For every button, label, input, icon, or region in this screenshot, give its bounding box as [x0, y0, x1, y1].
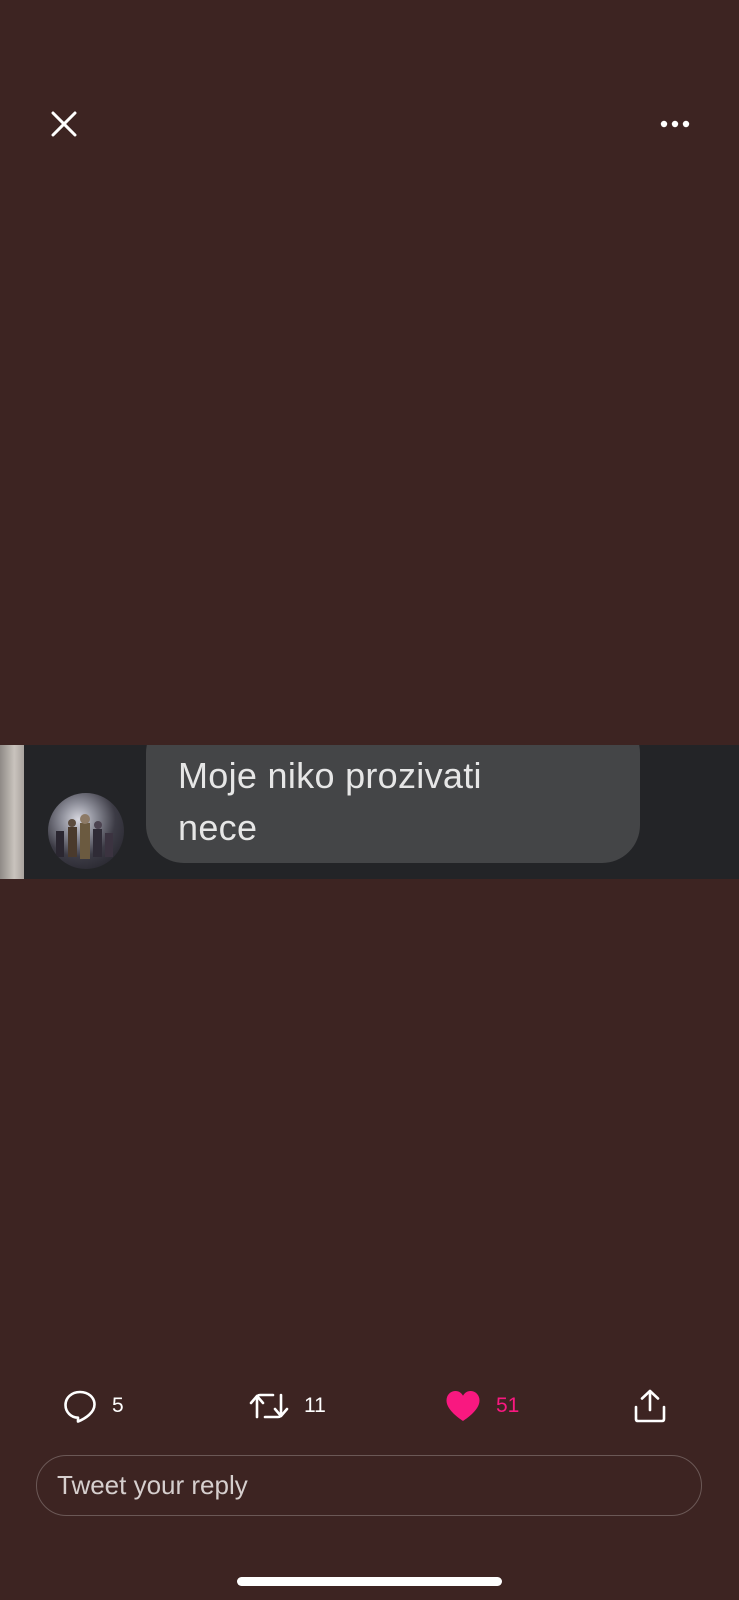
- more-horizontal-icon: [660, 120, 690, 128]
- reply-input[interactable]: Tweet your reply: [36, 1455, 702, 1516]
- message-text-line: Moje niko prozivati: [178, 755, 482, 796]
- reply-button[interactable]: 5: [62, 1382, 124, 1430]
- message-text: Moje niko prozivati nece: [178, 750, 618, 854]
- share-button[interactable]: [632, 1382, 668, 1430]
- reply-placeholder: Tweet your reply: [57, 1470, 248, 1500]
- retweet-button[interactable]: 11: [248, 1382, 326, 1430]
- tweet-media-viewer: Moje niko prozivati nece 5 11 51 Tweet y…: [0, 0, 739, 1600]
- reply-bubble-icon: [64, 1390, 96, 1423]
- message-text-line: nece: [178, 807, 258, 848]
- home-indicator[interactable]: [237, 1577, 502, 1586]
- close-button[interactable]: [40, 100, 88, 148]
- like-button[interactable]: 51: [444, 1382, 519, 1430]
- more-options-button[interactable]: [650, 100, 700, 148]
- share-upload-icon: [634, 1389, 666, 1423]
- like-count: 51: [496, 1394, 520, 1417]
- retweet-count: 11: [304, 1394, 326, 1417]
- avatar: [48, 793, 124, 869]
- close-icon: [51, 111, 77, 137]
- image-edge: [0, 745, 24, 879]
- heart-filled-icon: [446, 1391, 480, 1421]
- retweet-icon: [249, 1393, 289, 1419]
- reply-count: 5: [112, 1394, 124, 1417]
